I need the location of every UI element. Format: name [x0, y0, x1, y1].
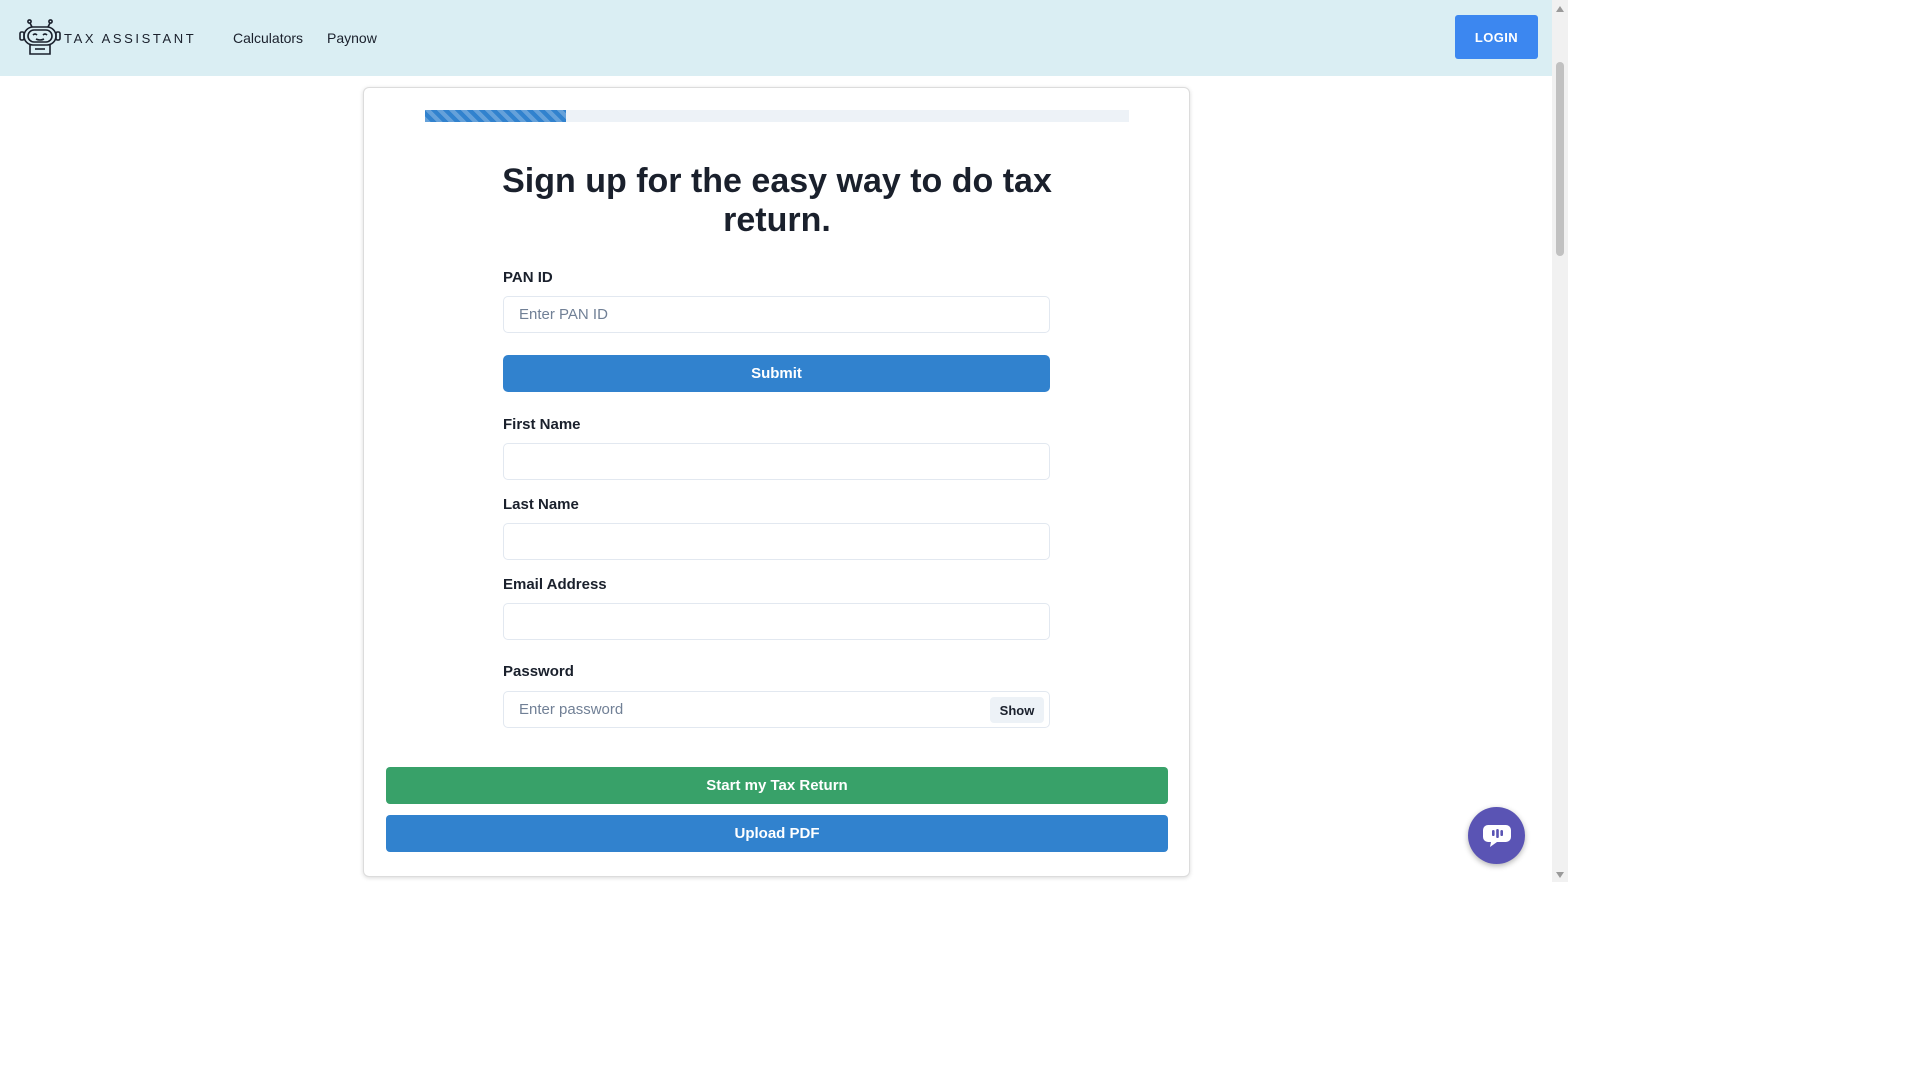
password-input[interactable] [503, 691, 1050, 728]
pan-id-input[interactable] [503, 296, 1050, 333]
page-title: Sign up for the easy way to do tax retur… [502, 162, 1052, 239]
first-name-input[interactable] [503, 443, 1050, 480]
pan-id-label: PAN ID [503, 269, 553, 286]
nav-calculators[interactable]: Calculators [233, 30, 303, 46]
submit-button[interactable]: Submit [503, 355, 1050, 392]
chat-bubble-icon [1482, 824, 1511, 847]
scroll-down-arrow-icon[interactable] [1556, 872, 1564, 878]
brand-name: TAX ASSISTANT [64, 30, 197, 46]
progress-bar [425, 110, 1129, 122]
last-name-input[interactable] [503, 523, 1050, 560]
scroll-thumb[interactable] [1556, 62, 1564, 256]
login-button[interactable]: LOGIN [1455, 15, 1538, 59]
progress-fill [425, 110, 566, 122]
chat-button[interactable] [1468, 807, 1525, 864]
scroll-up-arrow-icon[interactable] [1556, 6, 1564, 12]
brand-logo[interactable]: TAX ASSISTANT [18, 14, 196, 58]
robot-icon [19, 19, 61, 55]
email-label: Email Address [503, 576, 607, 593]
nav-paynow[interactable]: Paynow [327, 30, 377, 46]
email-input[interactable] [503, 603, 1050, 640]
last-name-label: Last Name [503, 496, 579, 513]
page-scrollbar[interactable] [1552, 0, 1568, 882]
password-label: Password [503, 663, 574, 680]
show-password-button[interactable]: Show [990, 697, 1044, 723]
start-tax-return-button[interactable]: Start my Tax Return [386, 767, 1168, 804]
upload-pdf-button[interactable]: Upload PDF [386, 815, 1168, 852]
signup-card: Sign up for the easy way to do tax retur… [363, 87, 1190, 877]
top-navbar: TAX ASSISTANT Calculators Paynow LOGIN [0, 0, 1552, 76]
first-name-label: First Name [503, 416, 581, 433]
